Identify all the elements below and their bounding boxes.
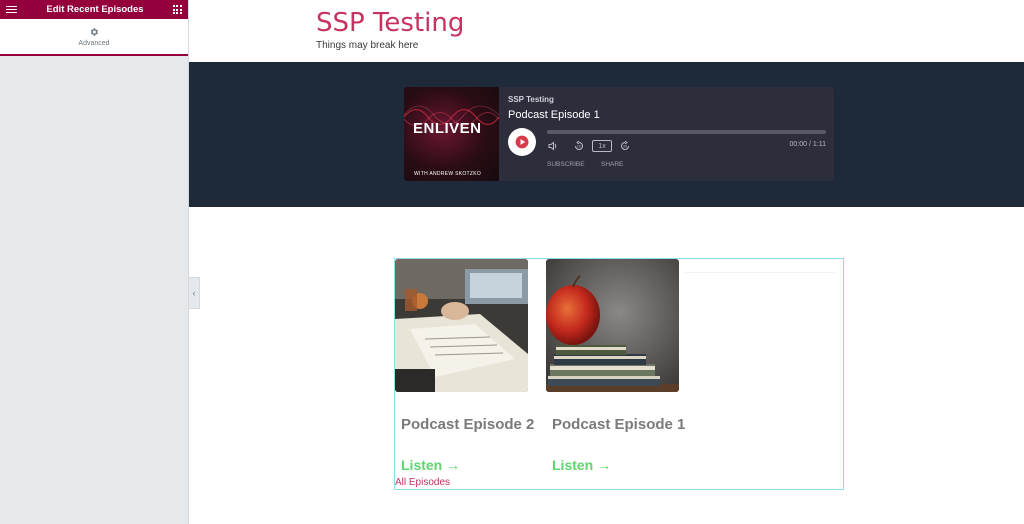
subscribe-link[interactable]: SUBSCRIBE	[547, 161, 585, 168]
tab-advanced-label: Advanced	[78, 39, 110, 47]
forward-30-icon[interactable]: 30	[619, 140, 631, 152]
recent-episodes-widget: Podcast Episode 2 Listen → Podcast Episo…	[394, 258, 844, 490]
speed-button[interactable]: 1x	[592, 140, 612, 152]
share-link[interactable]: SHARE	[601, 161, 623, 168]
site-header: SSP Testing Things may break here	[189, 0, 1024, 62]
episode-card: Podcast Episode 1 Listen →	[546, 259, 685, 473]
play-button[interactable]	[508, 128, 536, 156]
hero-band: ENLIVEN WITH ANDREW SKOTZKO SSP Testing …	[189, 62, 1024, 207]
sidebar-title: Edit Recent Episodes	[46, 4, 144, 15]
cover-subtitle: WITH ANDREW SKOTZKO	[414, 171, 482, 177]
hamburger-icon[interactable]	[6, 5, 17, 14]
player-time: 00:00 / 1:11	[789, 141, 826, 148]
episode-thumbnail[interactable]	[395, 259, 528, 392]
editor-sidebar: Edit Recent Episodes Advanced	[0, 0, 189, 524]
divider	[685, 272, 835, 273]
sidebar-header: Edit Recent Episodes	[0, 0, 188, 19]
progress-bar[interactable]	[547, 130, 826, 134]
episode-thumbnail[interactable]	[546, 259, 679, 392]
listen-link[interactable]: Listen →	[552, 457, 611, 473]
svg-text:10: 10	[577, 145, 581, 149]
site-tagline: Things may break here	[316, 40, 419, 51]
podcast-cover-art: ENLIVEN WITH ANDREW SKOTZKO	[404, 87, 499, 181]
player-show-name: SSP Testing	[508, 95, 554, 104]
chevron-left-icon: ‹	[192, 288, 196, 298]
listen-link[interactable]: Listen →	[401, 457, 460, 473]
gear-icon	[90, 27, 98, 36]
panel-collapse-button[interactable]: ‹	[189, 277, 200, 309]
apple-books-photo	[546, 259, 679, 392]
podcast-player: ENLIVEN WITH ANDREW SKOTZKO SSP Testing …	[404, 87, 834, 181]
grid-icon[interactable]	[172, 5, 182, 14]
episode-title[interactable]: Podcast Episode 2	[401, 416, 534, 433]
player-controls-area: SSP Testing Podcast Episode 1 10 1x 30 0…	[499, 87, 834, 181]
play-icon	[515, 135, 529, 149]
tab-advanced[interactable]: Advanced	[0, 19, 188, 56]
site-title[interactable]: SSP Testing	[316, 8, 464, 38]
rewind-10-icon[interactable]: 10	[573, 140, 585, 152]
cover-title: ENLIVEN	[413, 120, 482, 137]
desk-notebook-photo	[395, 259, 528, 392]
volume-icon[interactable]	[547, 140, 559, 152]
svg-text:30: 30	[623, 145, 627, 149]
episode-title[interactable]: Podcast Episode 1	[552, 416, 685, 433]
player-episode-title: Podcast Episode 1	[508, 109, 600, 121]
all-episodes-link[interactable]: All Episodes	[395, 477, 450, 488]
episode-card: Podcast Episode 2 Listen →	[395, 259, 534, 473]
